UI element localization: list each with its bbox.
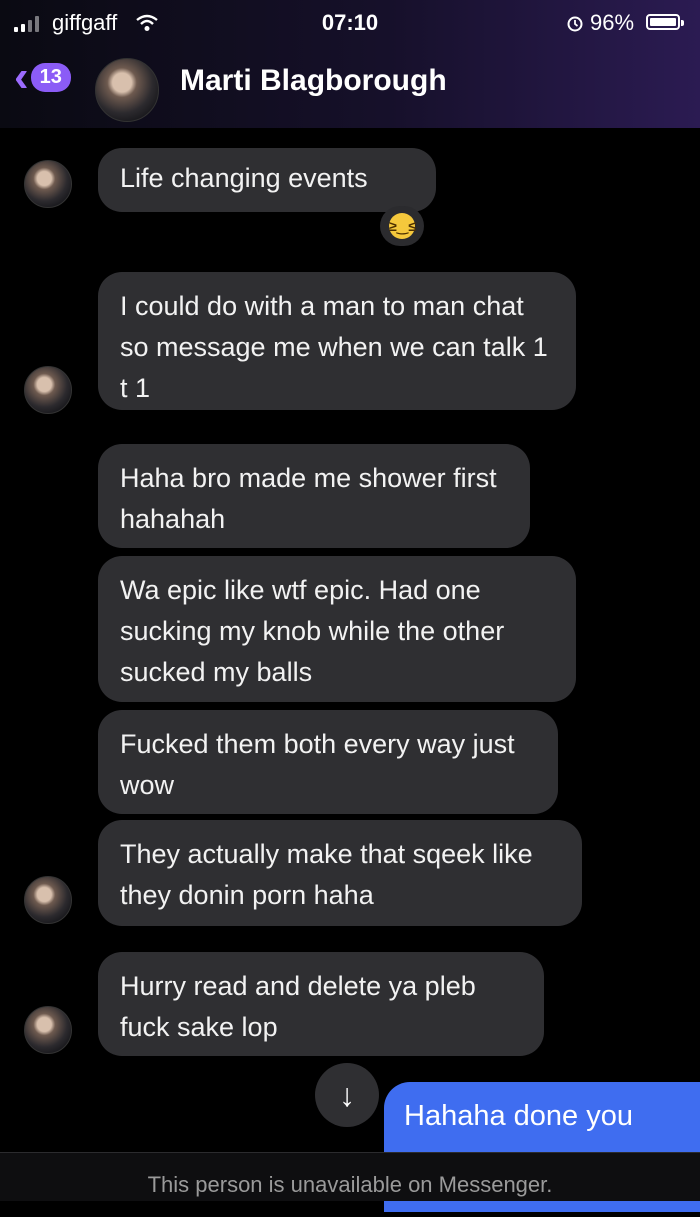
arrow-down-icon: ↓ (339, 1077, 355, 1113)
message-bubble[interactable]: They actually make that sqeek like they … (98, 820, 582, 926)
chat-header: giffgaff 07:10 96% ‹ 13 Marti Blagboroug… (0, 0, 700, 128)
message-bubble[interactable]: Wa epic like wtf epic. Had one sucking m… (98, 556, 576, 702)
sender-avatar[interactable] (24, 1006, 72, 1054)
message-bubble[interactable]: Fucked them both every way just wow (98, 710, 558, 814)
alarm-icon (566, 12, 584, 38)
message-text: They actually make that sqeek like they … (120, 839, 533, 910)
contact-avatar[interactable] (95, 58, 159, 122)
messenger-unavailable-notice: This person is unavailable on Messenger. (0, 1152, 700, 1201)
sender-avatar[interactable] (24, 366, 72, 414)
chevron-left-icon: ‹ (14, 52, 29, 101)
sender-avatar[interactable] (24, 160, 72, 208)
battery-icon (646, 14, 684, 30)
scroll-to-bottom-button[interactable]: ↓ (315, 1063, 379, 1127)
message-text: Wa epic like wtf epic. Had one sucking m… (120, 575, 505, 687)
message-text: Fucked them both every way just wow (120, 729, 515, 800)
back-button[interactable]: ‹ 13 (14, 52, 71, 101)
sent-message-text: Hahaha done you (404, 1100, 633, 1132)
message-text: Hurry read and delete ya pleb fuck sake … (120, 971, 476, 1042)
message-bubble[interactable]: Hurry read and delete ya pleb fuck sake … (98, 952, 544, 1056)
message-reaction[interactable]: ≥‿≤ (380, 206, 424, 246)
footer-text: This person is unavailable on Messenger. (147, 1172, 553, 1197)
message-bubble[interactable]: I could do with a man to man chat so mes… (98, 272, 576, 410)
battery-percent: 96% (590, 10, 635, 35)
message-text: Haha bro made me shower first hahahah (120, 463, 497, 534)
message-text: Life changing events (120, 163, 368, 193)
status-bar: giffgaff 07:10 96% (0, 10, 700, 38)
message-bubble[interactable]: Life changing events (98, 148, 436, 212)
message-bubble[interactable]: Haha bro made me shower first hahahah (98, 444, 530, 548)
unread-count-badge: 13 (30, 62, 71, 92)
grinning-squinting-face-icon: ≥‿≤ (389, 213, 416, 239)
message-text: I could do with a man to man chat so mes… (120, 291, 548, 403)
contact-name[interactable]: Marti Blagborough (180, 64, 447, 98)
sender-avatar[interactable] (24, 876, 72, 924)
